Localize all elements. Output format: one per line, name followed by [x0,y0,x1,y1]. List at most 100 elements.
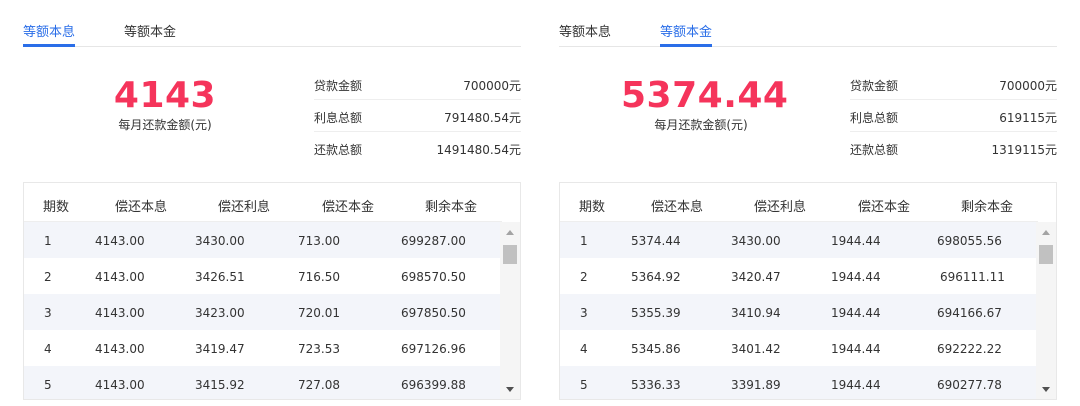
table-row: 3 5355.39 3410.94 1944.44 694166.67 [560,294,1038,330]
cell-period: 4 [44,342,52,356]
cell-principal: 1944.44 [831,378,881,392]
active-tab-indicator [23,44,76,47]
cell-period: 3 [44,306,52,320]
equal-principal-panel: 等额本息 等额本金 5374.44 每月还款金额(元) 贷款金额 700000元… [559,0,1057,406]
cell-interest: 3420.47 [731,270,781,284]
cell-interest: 3419.47 [195,342,245,356]
cell-interest: 3410.94 [731,306,781,320]
cell-payment: 5345.86 [631,342,681,356]
monthly-caption: 每月还款金额(元) [118,118,212,132]
column-header: 期数 [42,200,70,215]
summary-row-loan: 贷款金额 700000元 [850,68,1057,100]
summary-row-interest: 利息总额 791480.54元 [314,100,521,132]
cell-period: 2 [580,270,588,284]
table-row: 1 4143.00 3430.00 713.00 699287.00 [24,222,502,258]
tab-equal-installment[interactable]: 等额本息 [559,21,611,40]
table-scrollbar[interactable] [1036,222,1056,399]
column-header: 偿还利息 [217,200,271,215]
cell-period: 5 [580,378,588,392]
cell-principal: 723.53 [298,342,340,356]
scroll-up-arrow-icon[interactable] [506,230,514,235]
cell-remaining: 694166.67 [937,306,1002,320]
summary-value: 1319115元 [991,143,1057,157]
loan-summary: 贷款金额 700000元 利息总额 791480.54元 还款总额 149148… [314,68,521,164]
tab-equal-principal[interactable]: 等额本金 [124,21,176,40]
cell-interest: 3430.00 [195,234,245,248]
cell-interest: 3423.00 [195,306,245,320]
cell-payment: 5336.33 [631,378,681,392]
table-row: 4 4143.00 3419.47 723.53 697126.96 [24,330,502,366]
monthly-payment: 5374.44 每月还款金额(元) [621,78,788,133]
cell-period: 1 [44,234,52,248]
cell-payment: 4143.00 [95,234,145,248]
table-row: 5 5336.33 3391.89 1944.44 690277.78 [560,366,1038,399]
repayment-table: 期数 偿还本息 偿还利息 偿还本金 剩余本金 1 5374.44 3430.00… [559,182,1057,400]
table-row: 1 5374.44 3430.00 1944.44 698055.56 [560,222,1038,258]
scroll-up-arrow-icon[interactable] [1042,230,1050,235]
cell-principal: 1944.44 [831,306,881,320]
scroll-down-arrow-icon[interactable] [1042,387,1050,392]
repayment-table: 期数 偿还本息 偿还利息 偿还本金 剩余本金 1 4143.00 3430.00… [23,182,521,400]
cell-payment: 5364.92 [631,270,681,284]
summary-value: 700000元 [999,79,1057,93]
cell-payment: 5355.39 [631,306,681,320]
column-header: 偿还本息 [650,200,704,215]
tab-bar: 等额本息 等额本金 [559,0,1057,47]
cell-remaining: 696111.11 [940,270,1005,284]
tab-label: 等额本息 [559,25,612,40]
scrollbar-thumb[interactable] [1039,245,1053,264]
summary-value: 619115元 [999,111,1057,125]
cell-principal: 727.08 [298,378,340,392]
cell-payment: 4143.00 [95,342,145,356]
table-row: 4 5345.86 3401.42 1944.44 692222.22 [560,330,1038,366]
cell-interest: 3430.00 [731,234,781,248]
table-header: 期数 偿还本息 偿还利息 偿还本金 剩余本金 [24,183,502,222]
cell-remaining: 690277.78 [937,378,1002,392]
column-header: 偿还本金 [321,200,375,215]
cell-remaining: 698055.56 [937,234,1002,248]
cell-principal: 1944.44 [831,234,881,248]
cell-period: 4 [580,342,588,356]
column-header: 偿还本金 [857,200,911,215]
summary-label: 利息总额 [314,111,363,125]
cell-payment: 5374.44 [631,234,681,248]
summary-value: 791480.54元 [444,111,521,125]
table-header: 期数 偿还本息 偿还利息 偿还本金 剩余本金 [560,183,1038,222]
summary-label: 还款总额 [850,143,899,157]
monthly-caption: 每月还款金额(元) [654,118,748,132]
tab-equal-principal[interactable]: 等额本金 [660,21,713,47]
cell-period: 2 [44,270,52,284]
column-header: 偿还利息 [753,200,807,215]
column-header: 偿还本息 [114,200,168,215]
tab-label: 等额本息 [23,25,76,40]
table-row: 5 4143.00 3415.92 727.08 696399.88 [24,366,502,399]
tab-equal-installment[interactable]: 等额本息 [23,21,76,47]
table-scrollbar[interactable] [500,222,520,399]
summary-label: 贷款金额 [314,79,363,93]
tab-label: 等额本金 [124,25,177,40]
cell-remaining: 699287.00 [401,234,466,248]
monthly-amount: 4143 [113,75,217,116]
table-body: 1 4143.00 3430.00 713.00 699287.00 2 414… [24,222,502,399]
cell-principal: 713.00 [298,234,340,248]
column-header: 期数 [578,200,606,215]
scrollbar-thumb[interactable] [503,245,517,264]
cell-remaining: 692222.22 [937,342,1002,356]
loan-summary: 贷款金额 700000元 利息总额 619115元 还款总额 1319115元 [850,68,1057,164]
summary-value: 1491480.54元 [436,143,521,157]
cell-interest: 3415.92 [195,378,245,392]
scroll-down-arrow-icon[interactable] [506,387,514,392]
cell-period: 3 [580,306,588,320]
cell-payment: 4143.00 [95,270,145,284]
cell-remaining: 697850.50 [401,306,466,320]
table-body: 1 5374.44 3430.00 1944.44 698055.56 2 53… [560,222,1038,399]
summary-row-total: 还款总额 1319115元 [850,132,1057,164]
cell-remaining: 697126.96 [401,342,466,356]
cell-interest: 3426.51 [195,270,245,284]
table-row: 3 4143.00 3423.00 720.01 697850.50 [24,294,502,330]
summary-label: 贷款金额 [850,79,899,93]
cell-interest: 3401.42 [731,342,781,356]
cell-interest: 3391.89 [731,378,781,392]
column-header: 剩余本金 [960,200,1014,215]
cell-principal: 1944.44 [831,270,881,284]
